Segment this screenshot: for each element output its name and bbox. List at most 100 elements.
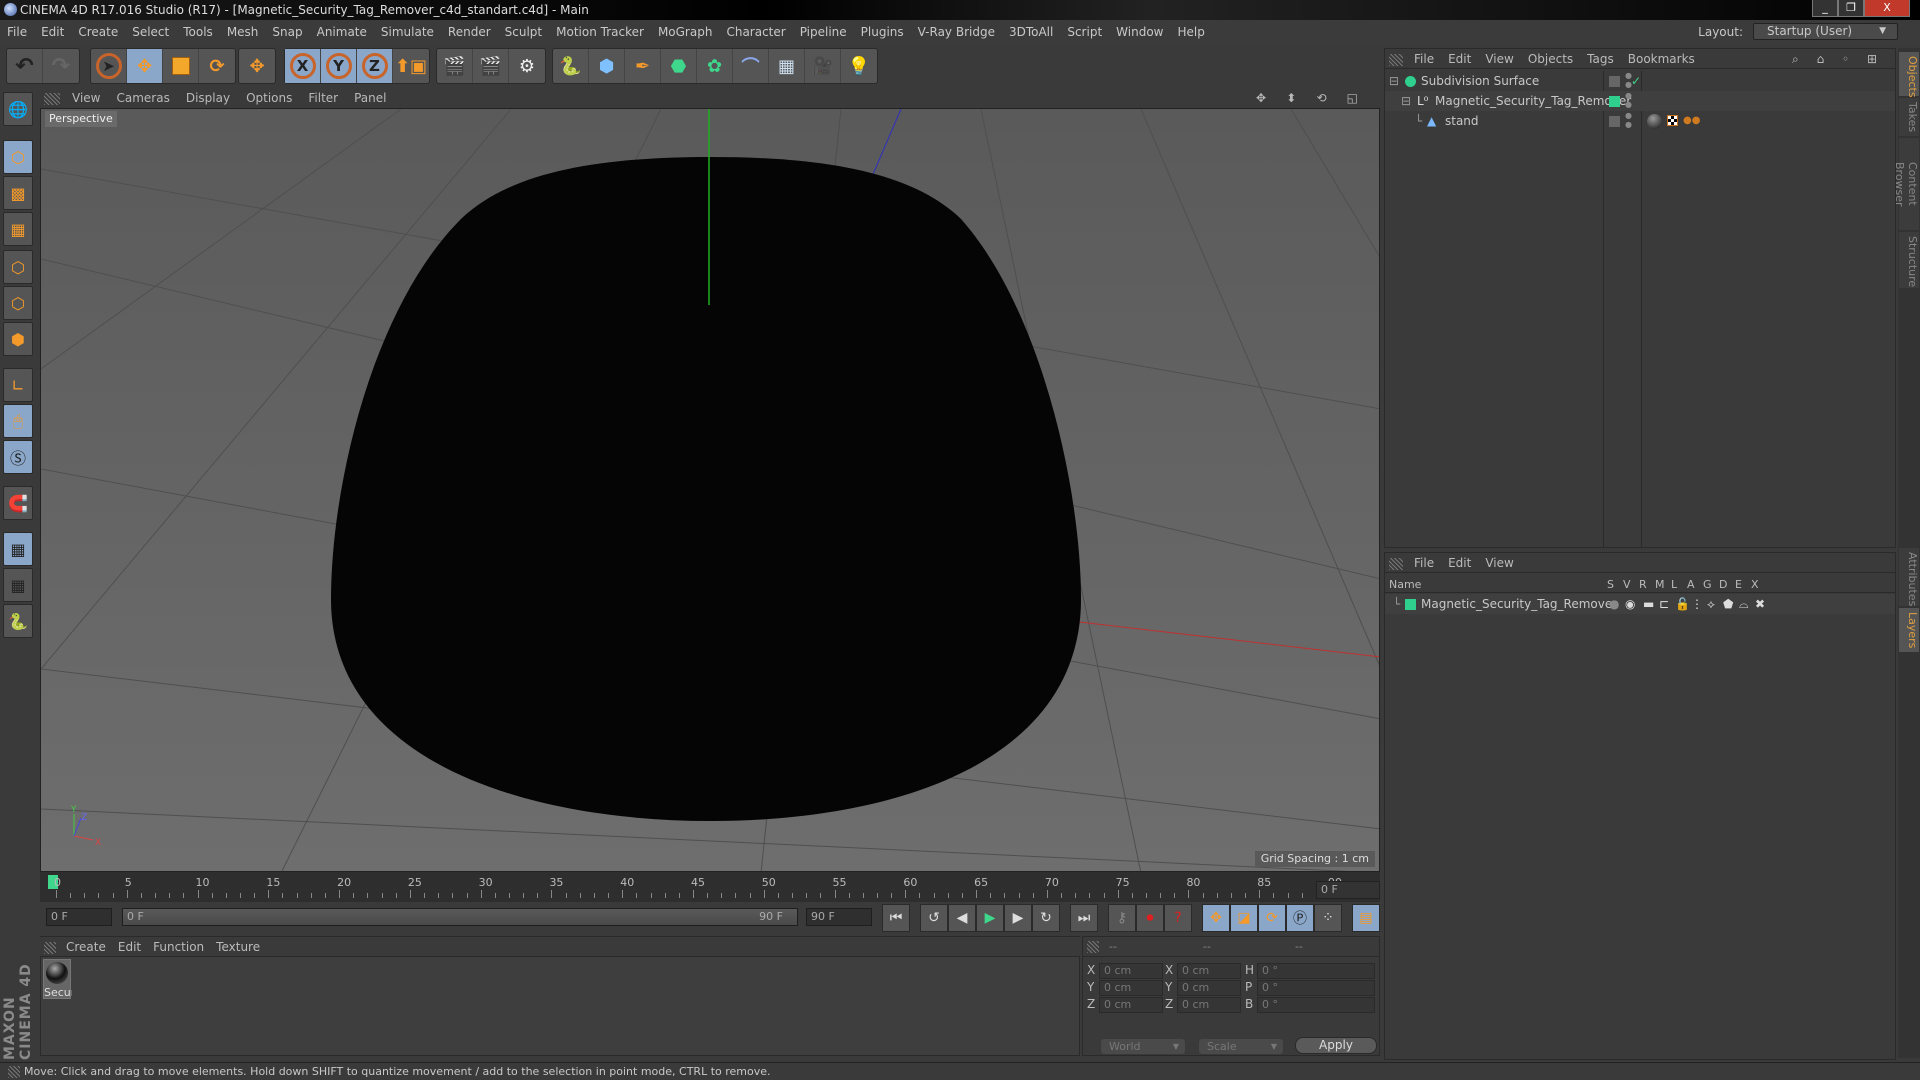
xref-icon[interactable]: ✖ (1755, 594, 1765, 614)
floor-button[interactable]: ▦ (769, 49, 805, 83)
visible-eye-icon[interactable]: ◉ (1625, 594, 1635, 614)
lm-menu-view[interactable]: View (1478, 553, 1520, 573)
3d-viewport[interactable]: Y Z X Perspective Grid Spacing : 1 cm (40, 108, 1380, 872)
object-row[interactable]: ⊟ Subdivision Surface ● ● ✓ (1385, 71, 1895, 91)
workplane-align-button[interactable]: ▦ (3, 568, 33, 602)
record-pla-button[interactable]: ⁘ (1314, 904, 1342, 932)
om-menu-view[interactable]: View (1478, 49, 1520, 69)
timeline-ruler[interactable]: 051015202530354045505560657075808590 (40, 872, 1380, 902)
layer-column-l[interactable]: L (1671, 577, 1677, 593)
coordinate-space-dropdown[interactable]: World ▼ (1101, 1039, 1185, 1054)
link-icon[interactable]: ◦ (1835, 49, 1856, 69)
visibility-dots-icon[interactable]: ● ● (1625, 91, 1632, 109)
material-menu-create[interactable]: Create (60, 937, 112, 957)
layer-column-e[interactable]: E (1735, 577, 1742, 593)
dolly-icon[interactable]: ⬍ (1278, 88, 1304, 108)
coord-value-field[interactable]: 0 cm (1099, 997, 1163, 1013)
om-menu-file[interactable]: File (1407, 49, 1441, 69)
layer-column-g[interactable]: G (1703, 577, 1712, 593)
tab-takes[interactable]: Takes (1899, 98, 1919, 136)
phong-tag-icon[interactable]: ●● (1683, 111, 1700, 131)
om-menu-objects[interactable]: Objects (1521, 49, 1580, 69)
go-to-start-button[interactable]: ⏮ (882, 904, 910, 932)
magnet-button[interactable]: 🧲 (3, 486, 33, 520)
animation-icon[interactable]: ⋮ (1691, 594, 1703, 614)
tab-content-browser[interactable]: Content Browser (1893, 138, 1919, 230)
model-mode-button[interactable]: ⬡ (3, 140, 33, 174)
layer-column-m[interactable]: M (1655, 577, 1665, 593)
tab-layers[interactable]: Layers (1899, 608, 1919, 652)
om-menu-tags[interactable]: Tags (1580, 49, 1621, 69)
menu-tools[interactable]: Tools (176, 20, 220, 44)
x-axis-lock-button[interactable]: X (285, 49, 321, 83)
workplane-lock-button[interactable]: ▦ (3, 532, 33, 566)
light-button[interactable]: 💡 (841, 49, 877, 83)
viewport-menu-cameras[interactable]: Cameras (108, 88, 177, 108)
visibility-dots-icon[interactable]: ● ● (1625, 111, 1632, 129)
om-menu-edit[interactable]: Edit (1441, 49, 1478, 69)
coord-value-field[interactable]: 0 cm (1177, 980, 1241, 996)
material-menu-texture[interactable]: Texture (210, 937, 266, 957)
home-icon[interactable]: ⌂ (1810, 49, 1832, 69)
material-item[interactable]: Secur (43, 959, 72, 999)
workplane-mode-button[interactable]: ▦ (3, 212, 33, 246)
deformer-button[interactable]: ⌒ (733, 49, 769, 83)
z-axis-lock-button[interactable]: Z (357, 49, 393, 83)
redo-button[interactable]: ↷ (43, 49, 79, 83)
coordinate-mode-dropdown[interactable]: Scale ▼ (1199, 1039, 1283, 1054)
viewport-menu-options[interactable]: Options (238, 88, 300, 108)
menu-plugins[interactable]: Plugins (854, 20, 911, 44)
cube-button[interactable]: ⬢ (589, 49, 625, 83)
viewport-menu-display[interactable]: Display (178, 88, 238, 108)
record-rotation-button[interactable]: ⟳ (1258, 904, 1286, 932)
coord-value-field[interactable]: 0 ° (1257, 997, 1375, 1013)
menu-mesh[interactable]: Mesh (220, 20, 266, 44)
snap-button[interactable]: Ⓢ (3, 440, 33, 474)
coord-value-field[interactable]: 0 cm (1099, 963, 1163, 979)
camera-button[interactable]: 🎥 (805, 49, 841, 83)
tab-attributes[interactable]: Attributes (1899, 548, 1919, 606)
menu-create[interactable]: Create (71, 20, 125, 44)
lm-menu-file[interactable]: File (1407, 553, 1441, 573)
lock-icon[interactable]: 🔓 (1675, 594, 1690, 614)
menu-snap[interactable]: Snap (265, 20, 309, 44)
pan-icon[interactable]: ✥ (1248, 88, 1274, 108)
solo-icon[interactable]: ● (1609, 594, 1619, 614)
menu-character[interactable]: Character (719, 20, 792, 44)
menu-edit[interactable]: Edit (34, 20, 71, 44)
layer-column-name[interactable]: Name (1389, 577, 1421, 593)
layer-column-r[interactable]: R (1639, 577, 1647, 593)
minimize-button[interactable]: _ (1812, 0, 1838, 17)
python-button[interactable]: 🐍 (553, 49, 589, 83)
polygons-mode-button[interactable]: ⬢ (3, 322, 33, 356)
coord-value-field[interactable]: 0 cm (1177, 963, 1241, 979)
menu-script[interactable]: Script (1060, 20, 1109, 44)
layer-column-s[interactable]: S (1607, 577, 1614, 593)
layer-column-d[interactable]: D (1719, 577, 1727, 593)
record-keys-button[interactable]: ⚷ (1108, 904, 1136, 932)
y-axis-lock-button[interactable]: Y (321, 49, 357, 83)
coordinate-system-button[interactable]: ⬆▣ (393, 49, 429, 83)
material-menu-function[interactable]: Function (147, 937, 210, 957)
tab-structure[interactable]: Structure (1899, 232, 1919, 288)
current-frame-field[interactable]: 0 F (1316, 881, 1380, 899)
record-parameter-button[interactable]: Ⓟ (1286, 904, 1314, 932)
texture-mode-button[interactable]: ▩ (3, 176, 33, 210)
deformers-icon[interactable]: ⬟ (1723, 594, 1733, 614)
texture-tag-icon[interactable] (1667, 115, 1678, 126)
layer-column-a[interactable]: A (1687, 577, 1695, 593)
make-editable-button[interactable]: 🌐 (3, 92, 33, 126)
tab-objects[interactable]: Objects (1899, 52, 1919, 98)
orbit-icon[interactable]: ⟲ (1308, 88, 1334, 108)
previous-frame-button[interactable]: ◀ (948, 904, 976, 932)
move-tool-button[interactable]: ✥ (127, 49, 163, 83)
end-frame-field[interactable]: 90 F (806, 908, 872, 926)
next-frame-button[interactable]: ▶ (1004, 904, 1032, 932)
menu-window[interactable]: Window (1109, 20, 1170, 44)
maximize-view-icon[interactable]: ◱ (1339, 88, 1366, 108)
coord-value-field[interactable]: 0 cm (1177, 997, 1241, 1013)
generators-icon[interactable]: ⟡ (1707, 594, 1715, 614)
menu-pipeline[interactable]: Pipeline (793, 20, 854, 44)
layer-column-v[interactable]: V (1623, 577, 1631, 593)
layer-row[interactable]: └ Magnetic_Security_Tag_Remover ● ◉ ▬ ⊏ … (1385, 594, 1895, 614)
